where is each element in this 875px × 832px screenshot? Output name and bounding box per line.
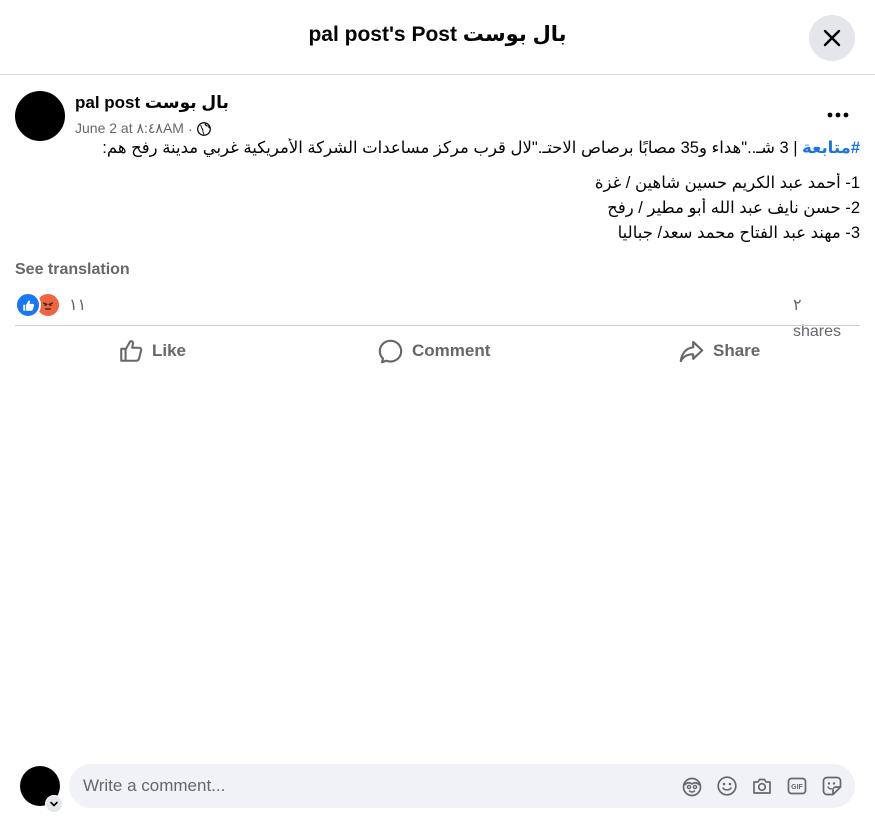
like-reaction-icon xyxy=(15,292,41,318)
author-avatar[interactable] xyxy=(15,91,65,141)
comment-icon xyxy=(378,339,403,363)
svg-text:GIF: GIF xyxy=(791,784,803,791)
reactions-count[interactable]: ١١ xyxy=(69,295,86,315)
share-button[interactable]: Share xyxy=(678,336,760,366)
close-icon xyxy=(823,29,841,47)
post-timestamp[interactable]: June 2 at ٨:٤٨AM xyxy=(75,120,184,137)
reactions-summary[interactable]: ١١ xyxy=(15,292,86,318)
shares-label: shares xyxy=(793,323,842,340)
camera-button[interactable] xyxy=(751,775,773,797)
post-text-line-1: #متابعة | 3 شـ.."هداء و35 مصابًا برصاص ا… xyxy=(15,138,860,158)
gif-icon: GIF xyxy=(787,777,807,795)
like-label: Like xyxy=(152,341,187,360)
avatar-sticker-button[interactable] xyxy=(681,775,703,797)
share-label: Share xyxy=(713,341,761,360)
share-icon xyxy=(679,340,704,362)
emoji-icon xyxy=(717,776,737,796)
gif-button[interactable]: GIF xyxy=(786,775,808,797)
author-name[interactable]: pal post بال بوست xyxy=(75,93,229,113)
globe-icon xyxy=(196,121,211,136)
dialog-title: pal post's Post بال بوست xyxy=(308,23,567,46)
comment-label: Comment xyxy=(412,341,491,360)
engagement-divider xyxy=(15,325,860,326)
camera-icon xyxy=(753,778,771,794)
post-text-line-3: 2- حسن نايف عبد الله أبو مطير / رفح xyxy=(607,199,860,217)
sticker-icon xyxy=(822,776,842,796)
post-text-line-4: 3- مهند عبد الفتاح محمد سعد/ جباليا xyxy=(617,224,860,242)
comment-input[interactable]: Write a comment... GIF xyxy=(69,764,855,808)
emoji-button[interactable] xyxy=(716,775,738,797)
hashtag-link[interactable]: #متابعة xyxy=(802,139,860,157)
like-icon xyxy=(120,340,143,362)
profile-switch-button[interactable] xyxy=(45,795,63,813)
see-translation-link[interactable]: See translation xyxy=(15,261,130,279)
more-options-icon xyxy=(827,112,849,118)
meta-separator: · xyxy=(187,120,193,137)
more-options-button[interactable] xyxy=(822,103,854,127)
shares-number: ٢ xyxy=(793,297,802,314)
sticker-button[interactable] xyxy=(821,775,843,797)
shares-count[interactable]: ٢ shares xyxy=(793,293,853,345)
like-button[interactable]: Like xyxy=(118,336,186,366)
comment-button[interactable]: Comment xyxy=(377,336,490,366)
post-meta: June 2 at ٨:٤٨AM · xyxy=(75,120,211,137)
post-text-line-2: 1- أحمد عبد الكريم حسين شاهين / غزة xyxy=(594,174,860,192)
chevron-down-icon xyxy=(50,801,58,807)
comment-placeholder: Write a comment... xyxy=(83,776,226,795)
close-button[interactable] xyxy=(809,15,855,61)
dialog-header: pal post's Post بال بوست xyxy=(0,0,875,75)
avatar-sticker-icon xyxy=(682,777,702,797)
post-headline: | 3 شـ.."هداء و35 مصابًا برصاص الاحتـ."ل… xyxy=(102,139,803,157)
